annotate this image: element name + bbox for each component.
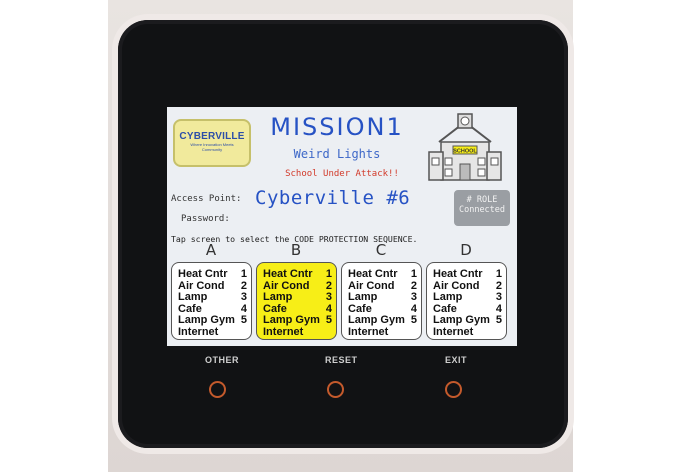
panel-item-label: Heat Cntr [433,268,483,280]
panel-item-number: 3 [495,291,502,303]
panel-item-number: 5 [325,314,332,326]
mission-title: MISSION1 [270,113,404,141]
panel-item: Heat Cntr 1 [348,268,417,281]
mission-subtitle: Weird Lights [293,147,381,161]
school-sign-text: SCHOOL [453,149,477,155]
panel-item-number: 5 [240,314,247,326]
panel-item-label: Heat Cntr [178,268,228,280]
panel-item: Lamp Gym 5 [348,314,417,327]
panel-item-number: 3 [410,291,417,303]
panel-letter-a: A [205,241,217,259]
panel-item: Internet [348,325,417,339]
panel-item-label: Lamp Gym [433,314,490,326]
panel-item: Lamp Gym 5 [433,314,502,327]
other-button-label: OTHER [205,355,239,365]
panel-item: Heat Cntr 1 [263,268,332,281]
panel-letter-b: B [290,241,302,259]
panel-item: Lamp 3 [433,291,502,304]
access-point-value: Cyberville #6 [255,187,411,209]
password-label: Password: [181,214,230,224]
panel-item-label: Lamp [263,291,293,303]
lcd-screen: CYBERVILLE Where Innovation Meets Commun… [167,107,517,346]
panel-item-label: Internet [263,325,304,338]
code-panel-d[interactable]: Heat Cntr 1 Air Cond 2 Lamp 3 Cafe 4 Lamp Gym 5 In… [426,262,507,340]
panel-item: Lamp 3 [263,291,332,304]
panel-item: Lamp 3 [348,291,417,304]
panel-item: Heat Cntr 1 [178,268,247,281]
panel-item: Heat Cntr 1 [433,268,502,281]
panel-item-label: Lamp Gym [263,314,320,326]
panel-item: Internet [263,325,332,339]
logo-title: CYBERVILLE [179,131,245,142]
school-icon: SCHOOL [428,113,502,181]
code-panel-c[interactable]: Heat Cntr 1 Air Cond 2 Lamp 3 Cafe 4 Lamp Gym 5 In… [341,262,422,340]
reset-button[interactable] [327,381,344,398]
role-status-line2: Connected [458,205,506,215]
panel-item: Internet [433,325,502,339]
panel-item-label: Internet [433,325,474,338]
panel-item: Lamp Gym 5 [263,314,332,327]
role-status-badge: # ROLE Connected [454,190,510,226]
panel-item-label: Lamp Gym [348,314,405,326]
other-button[interactable] [209,381,226,398]
panel-item-label: Internet [178,325,219,338]
panel-item: Lamp Gym 5 [178,314,247,327]
panel-item: Lamp 3 [178,291,247,304]
alert-text: School Under Attack!! [285,169,399,179]
panel-item-label: Heat Cntr [348,268,398,280]
panel-item-label: Lamp [178,291,208,303]
panel-item-number: 1 [240,268,247,280]
panel-item-number: 1 [495,268,502,280]
panel-item-label: Lamp [348,291,378,303]
logo-tagline: Where Innovation Meets Community [190,142,234,152]
panel-item-label: Internet [348,325,389,338]
code-panel-a[interactable]: Heat Cntr 1 Air Cond 2 Lamp 3 Cafe 4 Lamp Gym 5 In… [171,262,252,340]
code-panel-b[interactable]: Heat Cntr 1 Air Cond 2 Lamp 3 Cafe 4 Lamp Gym 5 In… [256,262,337,340]
panel-item-number: 5 [495,314,502,326]
reset-button-label: RESET [325,355,358,365]
panel-letter-d: D [460,241,472,259]
role-status-line1: # ROLE [466,195,498,205]
cyberville-logo: CYBERVILLE Where Innovation Meets Commun… [173,119,251,167]
panel-item-number: 1 [325,268,332,280]
panel-item-label: Heat Cntr [263,268,313,280]
panel-item-number: 3 [240,291,247,303]
access-point-label: Access Point: [171,194,242,204]
panel-letter-c: C [375,241,387,259]
panel-item-number: 1 [410,268,417,280]
panel-item-number: 5 [410,314,417,326]
exit-button-label: EXIT [445,355,468,365]
panel-item-label: Lamp Gym [178,314,235,326]
exit-button[interactable] [445,381,462,398]
panel-item: Internet [178,325,247,339]
panel-item-number: 3 [325,291,332,303]
panel-item-label: Lamp [433,291,463,303]
